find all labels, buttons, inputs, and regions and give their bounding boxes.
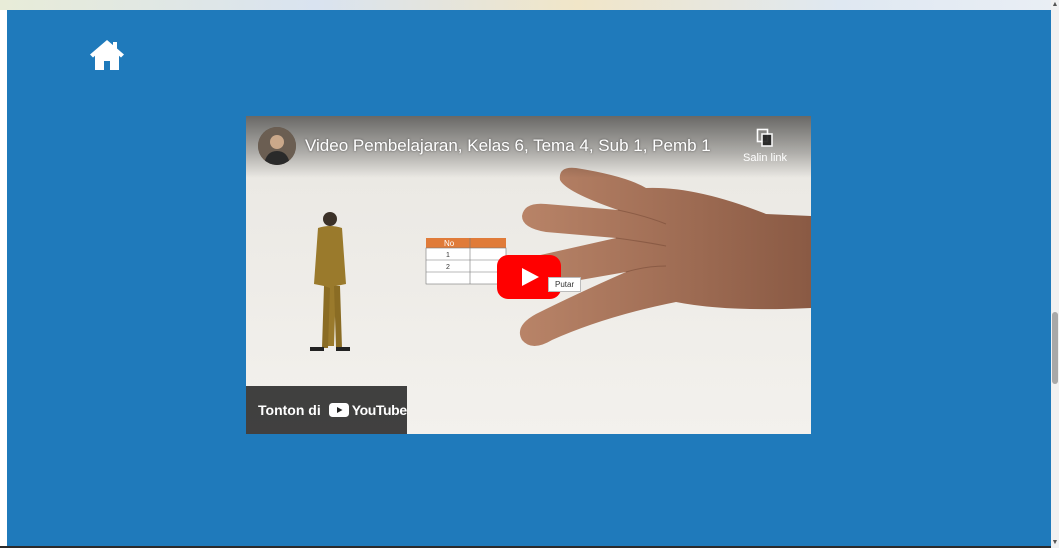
youtube-wordmark: YouTube xyxy=(351,402,407,418)
page-background: No 12 Video Pembelajaran, Kelas 6, Tema … xyxy=(7,10,1051,546)
copy-icon xyxy=(756,128,773,147)
svg-text:No: No xyxy=(444,239,455,248)
copy-link-button[interactable]: Salin link xyxy=(730,128,800,172)
table-row-number: 1 xyxy=(446,252,450,259)
scrollbar-thumb[interactable] xyxy=(1052,312,1058,384)
watch-on-youtube-button[interactable]: Tonton di YouTube xyxy=(246,386,407,434)
vertical-scrollbar[interactable]: ▲ ▼ xyxy=(1051,0,1059,548)
home-button[interactable] xyxy=(88,36,126,74)
watch-on-label: Tonton di xyxy=(258,402,321,418)
scroll-up-arrow-icon[interactable]: ▲ xyxy=(1051,0,1059,10)
play-tooltip: Putar xyxy=(548,277,582,292)
youtube-logo-icon xyxy=(328,403,349,417)
scroll-down-arrow-icon[interactable]: ▼ xyxy=(1051,538,1059,548)
video-title[interactable]: Video Pembelajaran, Kelas 6, Tema 4, Sub… xyxy=(305,136,725,156)
copy-link-label: Salin link xyxy=(742,152,788,164)
video-title-bar: Video Pembelajaran, Kelas 6, Tema 4, Sub… xyxy=(246,116,811,178)
top-background-strip xyxy=(0,0,1051,10)
channel-avatar[interactable] xyxy=(258,127,296,165)
table-illustration: No 1 2 xyxy=(425,238,507,285)
table-row-number: 2 xyxy=(446,264,450,271)
avatar-icon xyxy=(258,127,296,165)
home-icon xyxy=(90,40,124,70)
youtube-embed-player[interactable]: No 12 Video Pembelajaran, Kelas 6, Tema … xyxy=(246,116,811,434)
